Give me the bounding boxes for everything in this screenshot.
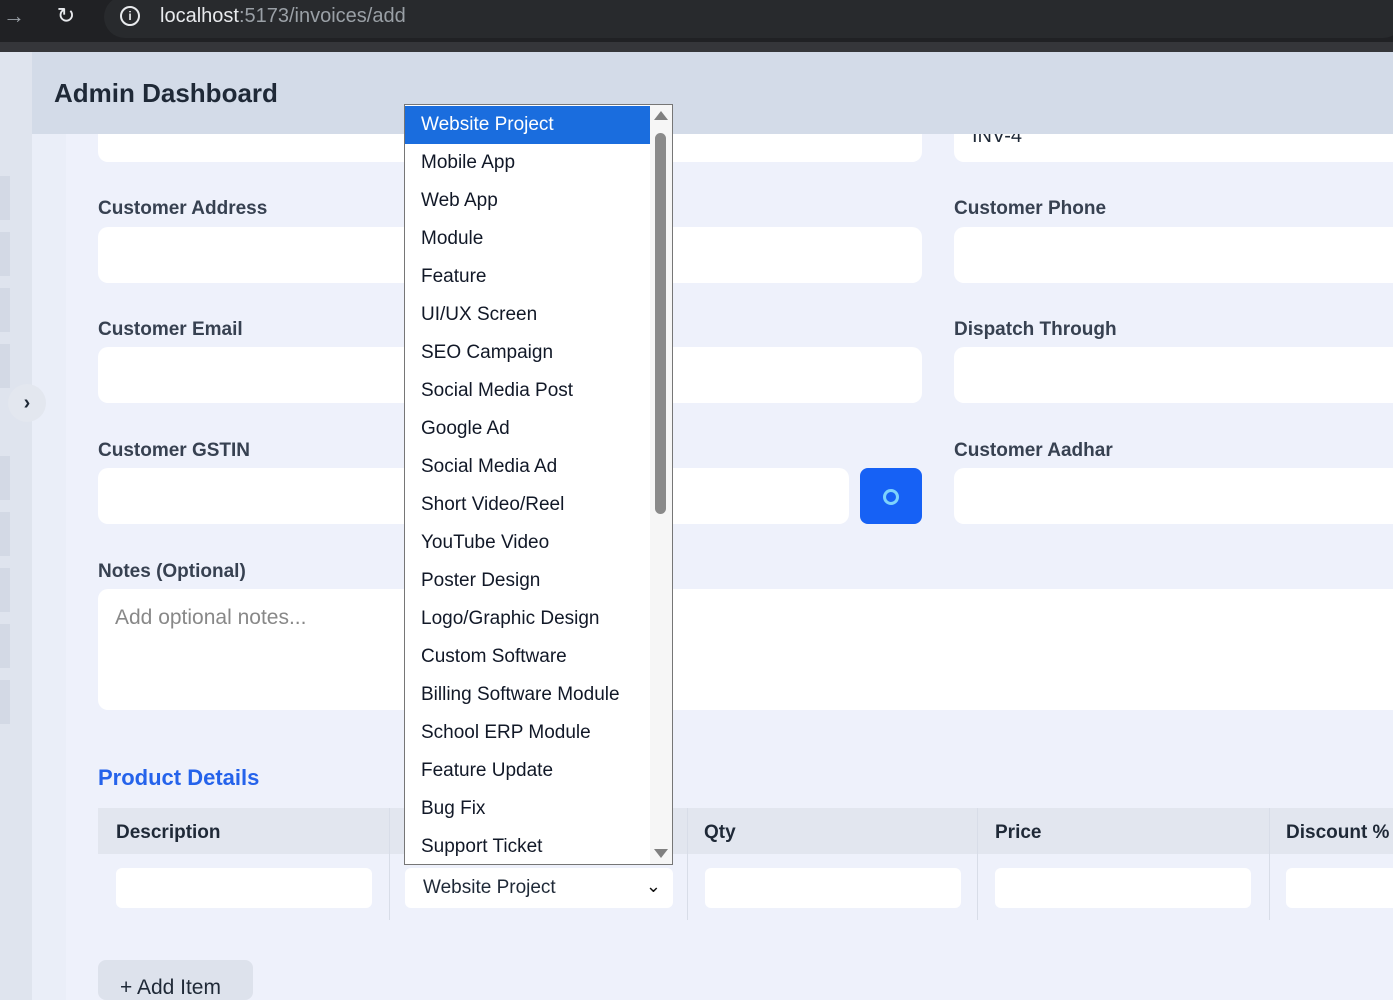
dropdown-option[interactable]: Mobile App — [405, 144, 650, 182]
chevron-down-icon: ⌄ — [645, 876, 661, 896]
browser-toolbar: → ↻ i localhost:5173/invoices/add — [0, 0, 1393, 42]
product-table-header: Description Qty Price Discount % — [98, 808, 1393, 854]
dropdown-option[interactable]: Feature — [405, 258, 650, 296]
category-dropdown-list[interactable]: Website Project Mobile App Web App Module Fe… — [404, 104, 673, 865]
dropdown-option[interactable]: Social Media Ad — [405, 448, 650, 486]
url-host: localhost — [160, 5, 239, 27]
url-path: :5173/invoices/add — [238, 5, 406, 27]
column-header-discount: Discount % — [1286, 822, 1390, 843]
sidebar-item[interactable] — [0, 288, 10, 332]
sidebar-item[interactable] — [0, 344, 10, 388]
scroll-up-arrow-icon[interactable] — [654, 111, 668, 120]
column-divider — [687, 854, 688, 920]
sidebar-expand-button[interactable]: › — [8, 384, 46, 422]
customer-gstin-label: Customer GSTIN — [98, 440, 251, 461]
invoice-number-value: INV-4 — [972, 134, 1023, 147]
category-select-value: Website Project — [423, 877, 556, 898]
customer-email-label: Customer Email — [98, 319, 243, 340]
notes-placeholder: Add optional notes... — [115, 606, 307, 629]
dropdown-option[interactable]: Google Ad — [405, 410, 650, 448]
site-info-icon[interactable]: i — [120, 6, 140, 26]
customer-phone-label: Customer Phone — [954, 198, 1107, 219]
search-icon — [883, 489, 899, 505]
notes-textarea[interactable]: Add optional notes... — [98, 589, 1393, 710]
chevron-right-icon: › — [23, 392, 31, 414]
gstin-search-button[interactable] — [860, 468, 922, 524]
table-row: Website Project ⌄ — [98, 854, 1393, 920]
sidebar-item[interactable] — [0, 568, 10, 612]
qty-input[interactable] — [705, 868, 961, 908]
column-divider — [977, 808, 978, 854]
sidebar-item[interactable] — [0, 456, 10, 500]
reload-icon[interactable]: ↻ — [52, 2, 80, 30]
column-divider — [687, 808, 688, 854]
dropdown-option[interactable]: YouTube Video — [405, 524, 650, 562]
column-divider — [977, 854, 978, 920]
dropdown-option[interactable]: UI/UX Screen — [405, 296, 650, 334]
column-divider — [1269, 854, 1270, 920]
dropdown-option[interactable]: SEO Campaign — [405, 334, 650, 372]
chrome-separator — [0, 42, 1393, 52]
address-bar[interactable]: i localhost:5173/invoices/add — [104, 0, 1393, 38]
sidebar-item[interactable] — [0, 176, 10, 220]
description-input[interactable] — [116, 868, 372, 908]
category-select[interactable]: Website Project ⌄ — [405, 868, 673, 908]
dropdown-option[interactable]: Feature Update — [405, 752, 650, 790]
column-divider — [389, 808, 390, 854]
column-divider — [389, 854, 390, 920]
price-input[interactable] — [995, 868, 1251, 908]
customer-aadhar-label: Customer Aadhar — [954, 440, 1113, 461]
sidebar-item[interactable] — [0, 512, 10, 556]
scroll-down-arrow-icon[interactable] — [654, 849, 668, 858]
customer-aadhar-field[interactable] — [954, 468, 1393, 524]
forward-arrow-icon[interactable]: → — [0, 2, 28, 30]
page-header: Admin Dashboard — [32, 52, 1393, 134]
discount-input[interactable] — [1286, 868, 1393, 908]
sidebar-item[interactable] — [0, 232, 10, 276]
dropdown-scrollbar[interactable] — [650, 105, 672, 864]
notes-label: Notes (Optional) — [98, 561, 246, 582]
page-title: Admin Dashboard — [54, 78, 278, 108]
url-text: localhost:5173/invoices/add — [160, 5, 406, 28]
product-details-title: Product Details — [98, 765, 260, 790]
dropdown-option[interactable]: Web App — [405, 182, 650, 220]
scrollbar-thumb[interactable] — [655, 133, 666, 514]
dropdown-option[interactable]: Bug Fix — [405, 790, 650, 828]
dropdown-option[interactable]: School ERP Module — [405, 714, 650, 752]
dropdown-option[interactable]: Billing Software Module — [405, 676, 650, 714]
dropdown-option[interactable]: Poster Design — [405, 562, 650, 600]
dropdown-option[interactable]: Support Ticket — [405, 828, 650, 864]
dispatch-through-label: Dispatch Through — [954, 319, 1117, 340]
dropdown-option[interactable]: Logo/Graphic Design — [405, 600, 650, 638]
customer-phone-field[interactable] — [954, 227, 1393, 283]
invoice-number-field[interactable]: INV-4 — [954, 134, 1393, 162]
sidebar-item[interactable] — [0, 680, 10, 724]
column-divider — [1269, 808, 1270, 854]
sidebar-item[interactable] — [0, 624, 10, 668]
dropdown-option[interactable]: Custom Software — [405, 638, 650, 676]
customer-address-label: Customer Address — [98, 198, 268, 219]
dispatch-through-field[interactable] — [954, 347, 1393, 403]
column-header-price: Price — [995, 822, 1042, 843]
dropdown-option[interactable]: Social Media Post — [405, 372, 650, 410]
dropdown-option[interactable]: Module — [405, 220, 650, 258]
dropdown-option[interactable]: Website Project — [405, 106, 650, 144]
dropdown-option[interactable]: Short Video/Reel — [405, 486, 650, 524]
add-item-button[interactable]: + Add Item — [98, 960, 253, 1000]
column-header-description: Description — [116, 822, 221, 843]
column-header-qty: Qty — [704, 822, 736, 843]
collapsed-sidebar — [0, 52, 32, 1000]
